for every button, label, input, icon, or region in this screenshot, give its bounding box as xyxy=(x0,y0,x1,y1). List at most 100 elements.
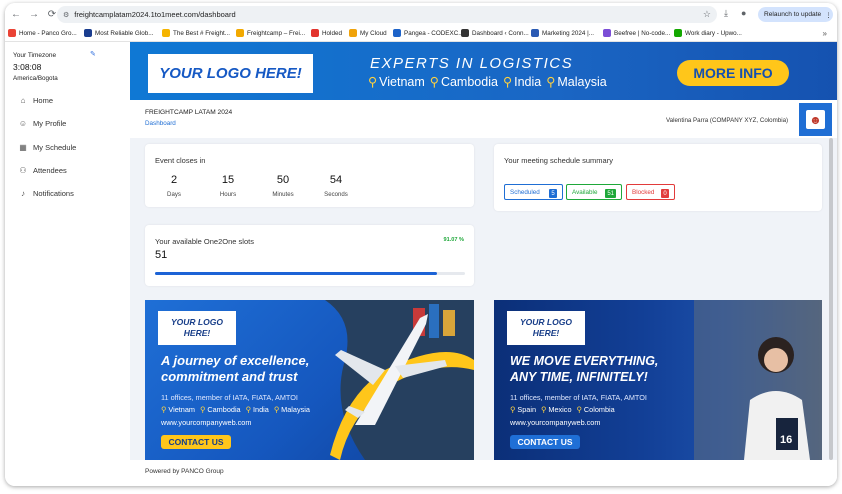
sidebar-item-label: My Schedule xyxy=(33,142,77,152)
bookmark-label: My Cloud xyxy=(360,29,387,37)
chip-blocked[interactable]: Blocked 0 xyxy=(626,184,675,200)
location-pin-icon: ⚲ xyxy=(245,405,251,414)
bookmark-item[interactable]: Marketing 2024 |... xyxy=(531,29,603,37)
more-info-button[interactable]: MORE INFO xyxy=(677,60,789,86)
ad-banner-left[interactable]: YOUR LOGO HERE! A journey of excellence,… xyxy=(145,300,474,460)
bookmark-item[interactable]: The Best # Freight... xyxy=(162,29,236,37)
avatar-image: ☻ xyxy=(806,110,825,129)
footer-text: Powered by PANCO Group xyxy=(145,468,224,475)
slots-percent: 91.07 % xyxy=(443,237,464,243)
more-bookmarks-icon[interactable]: » xyxy=(823,29,827,38)
browser-toolbar: ← → ⟳ ⚙ freightcamplatam2024.1to1meet.co… xyxy=(5,3,837,25)
back-icon[interactable]: ← xyxy=(9,7,23,21)
slots-count: 51 xyxy=(155,249,168,261)
ad-banner-right[interactable]: 16 YOUR LOGO HERE! WE MOVE EVERYTHING, A… xyxy=(494,300,822,460)
banner-title: EXPERTS IN LOGISTICS xyxy=(370,55,574,72)
countdown-unit: Minutes xyxy=(272,191,294,198)
chip-scheduled[interactable]: Scheduled 5 xyxy=(504,184,563,200)
bookmark-label: Beefree | No-code... xyxy=(614,29,671,37)
svg-text:16: 16 xyxy=(780,434,792,446)
user-icon: ☺ xyxy=(18,119,28,129)
location-pin-icon: ⚲ xyxy=(200,405,206,414)
place-name: Vietnam xyxy=(379,75,425,89)
place-name: India xyxy=(514,75,542,89)
location-pin-icon: ⚲ xyxy=(502,75,513,89)
location-pin-icon: ⚲ xyxy=(429,75,439,89)
breadcrumb-dashboard[interactable]: Dashboard xyxy=(145,120,176,127)
home-icon: ⌂ xyxy=(20,96,26,106)
banner-places: ⚲ Vietnam ⚲ Cambodia ⚲ India ⚲ Malaysia xyxy=(368,74,607,89)
avatar[interactable]: ☻ xyxy=(799,103,832,136)
main-content: YOUR LOGO HERE! EXPERTS IN LOGISTICS ⚲ Vi… xyxy=(130,42,837,486)
slots-title: Your available One2One slots xyxy=(155,237,254,246)
countdown-unit: Hours xyxy=(219,191,237,198)
bookmark-label: Pangea - CODEXC... xyxy=(404,29,461,37)
timezone-clock: 3:08:08 xyxy=(13,62,42,72)
bookmarks-bar: Home - Panco Gro... Most Reliable Glob...… xyxy=(5,25,837,42)
countdown-unit: Seconds xyxy=(324,191,348,198)
relaunch-button[interactable]: Relaunch to update ⋮ xyxy=(758,7,833,22)
bookmark-label: Work diary - Upwo... xyxy=(685,29,742,37)
countdown-seconds: 54 Seconds xyxy=(316,174,356,198)
sidebar-item-home[interactable]: ⌂ Home xyxy=(18,89,76,112)
download-icon[interactable]: ⤓ xyxy=(724,8,728,19)
bookmark-item[interactable]: Freightcamp – Frei... xyxy=(236,29,311,37)
contact-us-button[interactable]: CONTACT US xyxy=(161,435,231,449)
ad-places: ⚲ Vietnam ⚲ Cambodia ⚲ India ⚲ Malaysia xyxy=(161,405,310,414)
top-banner-ad[interactable]: YOUR LOGO HERE! EXPERTS IN LOGISTICS ⚲ Vi… xyxy=(130,42,837,100)
profile-icon[interactable]: ● xyxy=(741,8,746,18)
bookmark-favicon-icon xyxy=(393,29,401,37)
chip-count: 5 xyxy=(549,189,557,198)
sidebar-item-attendees[interactable]: ⚇ Attendees xyxy=(18,159,76,182)
sidebar-item-notifications[interactable]: ♪ Notifications xyxy=(18,182,76,205)
bookmark-item[interactable]: Holded xyxy=(311,29,349,37)
bookmark-item[interactable]: Beefree | No-code... xyxy=(603,29,674,37)
bookmark-item[interactable]: Work diary - Upwo... xyxy=(674,29,744,37)
ad-website: www.yourcompanyweb.com xyxy=(161,418,252,427)
place-name: Colombia xyxy=(583,405,615,414)
bookmark-favicon-icon xyxy=(162,29,170,37)
countdown-unit: Days xyxy=(167,191,181,198)
bookmark-favicon-icon xyxy=(531,29,539,37)
bookmark-item[interactable]: My Cloud xyxy=(349,29,393,37)
countdown-card: Event closes in 2 Days 15 Hours 50 Minutes 54 S… xyxy=(145,144,474,207)
location-pin-icon: ⚲ xyxy=(368,75,378,89)
forward-icon[interactable]: → xyxy=(27,7,41,21)
bookmark-item[interactable]: Home - Panco Gro... xyxy=(8,29,84,37)
location-pin-icon: ⚲ xyxy=(541,405,547,414)
countdown-value: 15 xyxy=(221,174,235,186)
ad-logo: YOUR LOGO HERE! xyxy=(507,311,585,345)
address-bar[interactable]: ⚙ freightcamplatam2024.1to1meet.com/dash… xyxy=(57,6,717,23)
attendees-icon: ⚇ xyxy=(19,166,27,176)
sidebar-item-label: Attendees xyxy=(33,166,67,176)
bookmark-item[interactable]: Dashboard ‹ Conn... xyxy=(461,29,531,37)
user-name: Valentina Parra (COMPANY XYZ, Colombia) xyxy=(666,117,789,124)
schedule-summary-title: Your meeting schedule summary xyxy=(504,156,613,165)
sidebar-item-label: Notifications xyxy=(33,189,74,199)
slots-progress-fill xyxy=(155,272,438,275)
ad-offices: 11 offices, member of IATA, FIATA, AMTOI xyxy=(161,393,298,402)
chip-available[interactable]: Available 51 xyxy=(566,184,622,200)
bookmark-item[interactable]: Most Reliable Glob... xyxy=(84,29,162,37)
edit-icon[interactable]: ✎ xyxy=(90,50,96,58)
location-pin-icon: ⚲ xyxy=(546,75,556,89)
place-name: India xyxy=(252,405,269,414)
bookmark-favicon-icon xyxy=(311,29,319,37)
bookmark-label: Home - Panco Gro... xyxy=(19,29,77,37)
bookmark-label: Marketing 2024 |... xyxy=(542,29,595,37)
slots-card: Your available One2One slots 91.07 % 51 xyxy=(145,225,474,286)
contact-us-button[interactable]: CONTACT US xyxy=(510,435,580,449)
scrollbar[interactable] xyxy=(829,138,833,460)
sidebar-item-my-profile[interactable]: ☺ My Profile xyxy=(18,112,76,135)
bookmark-item[interactable]: Pangea - CODEXC... xyxy=(393,29,461,37)
chip-count: 0 xyxy=(661,189,669,198)
chip-count: 51 xyxy=(605,189,616,198)
sidebar-item-my-schedule[interactable]: ▦ My Schedule xyxy=(18,136,76,159)
place-name: Mexico xyxy=(548,405,572,414)
bookmark-star-icon[interactable]: ☆ xyxy=(703,9,711,20)
countdown-value: 2 xyxy=(170,174,178,186)
event-title: FREIGHTCAMP LATAM 2024 xyxy=(145,109,233,116)
countdown-value: 54 xyxy=(329,174,343,186)
site-info-icon[interactable]: ⚙ xyxy=(63,11,69,19)
timezone-name: America/Bogota xyxy=(13,75,58,82)
